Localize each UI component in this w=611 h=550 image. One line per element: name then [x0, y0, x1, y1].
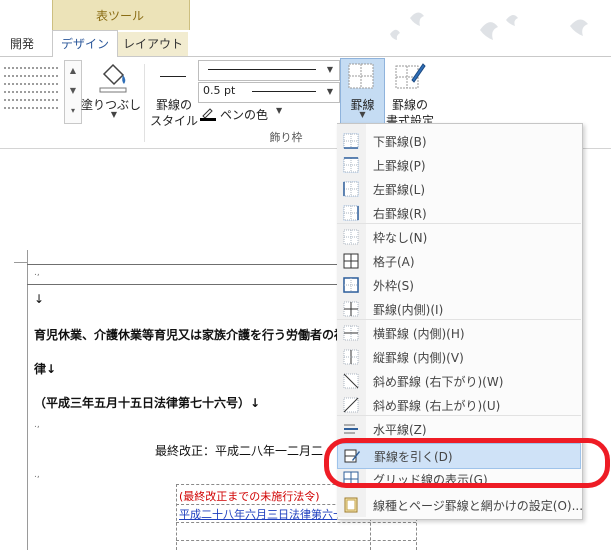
line-weight-sample [252, 91, 316, 92]
right-border-icon [343, 205, 359, 221]
borders-dropdown-arrow-icon[interactable]: ▼ [340, 110, 385, 119]
menu-item-label: 下罫線(B) [373, 135, 427, 149]
inside-borders-icon [343, 301, 359, 317]
border-style-sample-line [160, 76, 186, 77]
menu-item-inside-vertical-border[interactable]: 縦罫線 (内側)(V) [337, 345, 581, 369]
table-row-border [27, 284, 337, 285]
gallery-more-icon[interactable]: ▾ [65, 101, 81, 121]
menu-item-inside-horizontal-border[interactable]: 横罫線 (内側)(H) [337, 321, 581, 345]
gallery-down-arrow-icon[interactable]: ▼ [65, 81, 81, 101]
last-revision: 最終改正：平成二八年一二月二 [155, 444, 324, 458]
amendment-link[interactable]: 平成二十八年六月三日法律第六十 [179, 506, 344, 522]
butterfly-watermark-icon [390, 12, 588, 40]
menu-item-label: 線種とページ罫線と網かけの設定(O)... [373, 499, 584, 513]
gallery-up-arrow-icon[interactable]: ▲ [65, 61, 81, 81]
table-top-border [27, 264, 337, 265]
menu-item-label: 横罫線 (内側)(H) [373, 327, 465, 341]
unenforced-law-note: (最終改正までの未施行法令) [179, 490, 320, 503]
tab-developer[interactable]: 開発 [0, 32, 44, 56]
menu-item-label: 罫線(内側)(I) [373, 303, 444, 317]
paragraph-mark: ↓ [34, 292, 45, 306]
border-styles-label-2: スタイル [149, 114, 198, 128]
border-painter-label-1: 罫線の [391, 98, 428, 112]
border-painter-icon [395, 63, 426, 89]
bottom-border-icon [343, 133, 359, 149]
diagonal-down-border-icon [343, 373, 359, 389]
highlight-callout [324, 438, 610, 488]
cell-end-mark-3: ., [34, 470, 40, 480]
menu-item-borders-and-shading[interactable]: 線種とページ罫線と網かけの設定(O)... [337, 493, 584, 517]
menu-item-label: 左罫線(L) [373, 183, 426, 197]
ribbon-separator [144, 64, 145, 142]
inside-vertical-border-icon [343, 349, 359, 365]
line-style-chevron-down-icon[interactable]: ▼ [324, 62, 336, 78]
tab-layout[interactable]: レイアウト [118, 32, 188, 56]
menu-item-outside-borders[interactable]: 外枠(S) [337, 273, 581, 297]
menu-item-diagonal-down-border[interactable]: 斜め罫線 (右下がり)(W) [337, 369, 581, 393]
menu-item-label: 縦罫線 (内側)(V) [373, 351, 464, 365]
inside-horizontal-border-icon [343, 325, 359, 341]
pen-color-chevron-down-icon[interactable]: ▼ [276, 106, 282, 115]
pen-color-label[interactable]: ペンの色 [220, 106, 268, 123]
table-style-gallery[interactable] [0, 60, 62, 122]
line-weight-chevron-down-icon[interactable]: ▼ [324, 84, 336, 100]
margin-corner-mark [14, 262, 28, 263]
shading-dropdown-arrow-icon[interactable]: ▼ [104, 110, 124, 119]
menu-item-left-border[interactable]: 左罫線(L) [337, 177, 581, 201]
outside-borders-icon [343, 277, 359, 293]
line-weight-value: 0.5 pt [203, 84, 236, 97]
menu-item-label: 枠なし(N) [373, 231, 428, 245]
borders-group-label: 飾り枠 [269, 131, 303, 144]
tab-design[interactable]: デザイン [52, 30, 118, 58]
line-style-dropdown[interactable] [198, 60, 340, 81]
cell-end-mark: ., [34, 268, 40, 278]
horizontal-line-icon [344, 424, 358, 434]
no-border-icon [343, 229, 359, 245]
diagonal-up-border-icon [343, 397, 359, 413]
left-border-icon [343, 181, 359, 197]
menu-item-label: 斜め罫線 (右下がり)(W) [373, 375, 504, 389]
menu-item-diagonal-up-border[interactable]: 斜め罫線 (右上がり)(U) [337, 393, 581, 417]
menu-item-inside-borders[interactable]: 罫線(内側)(I) [337, 297, 581, 321]
menu-item-top-border[interactable]: 上罫線(P) [337, 153, 581, 177]
borders-and-shading-icon [344, 497, 358, 513]
law-number: （平成三年五月十五日法律第七十六号）↓ [34, 396, 261, 410]
menu-item-label: 格子(A) [373, 255, 415, 269]
paint-bucket-icon [99, 63, 127, 93]
menu-item-all-borders[interactable]: 格子(A) [337, 249, 581, 273]
menu-item-label: 右罫線(R) [373, 207, 427, 221]
inner-table-row-2 [176, 522, 416, 523]
page-left-margin [27, 250, 28, 550]
border-styles-label-1: 罫線の [155, 98, 192, 112]
menu-item-right-border[interactable]: 右罫線(R) [337, 201, 581, 225]
menu-item-label: 外枠(S) [373, 279, 414, 293]
menu-item-label: 上罫線(P) [373, 159, 426, 173]
inner-table-row-3 [176, 540, 416, 541]
menu-item-label: 斜め罫線 (右上がり)(U) [373, 399, 501, 413]
pen-color-icon[interactable] [200, 105, 216, 121]
gallery-scrollbar[interactable]: ▲ ▼ ▾ [64, 60, 82, 124]
top-border-icon [343, 157, 359, 173]
line-style-sample [208, 69, 316, 70]
cell-end-mark-2: ., [34, 420, 40, 430]
borders-grid-icon [348, 63, 374, 89]
all-borders-icon [343, 253, 359, 269]
law-title-line-2: 律↓ [34, 362, 57, 376]
law-title-line-1: 育児休業、介護休業等育児又は家族介護を行う労働者の福 [34, 328, 347, 342]
menu-item-label: 水平線(Z) [373, 423, 427, 437]
table-tools-label: 表ツール [95, 9, 144, 23]
menu-item-no-border[interactable]: 枠なし(N) [337, 225, 581, 249]
menu-item-bottom-border[interactable]: 下罫線(B) [337, 129, 581, 153]
